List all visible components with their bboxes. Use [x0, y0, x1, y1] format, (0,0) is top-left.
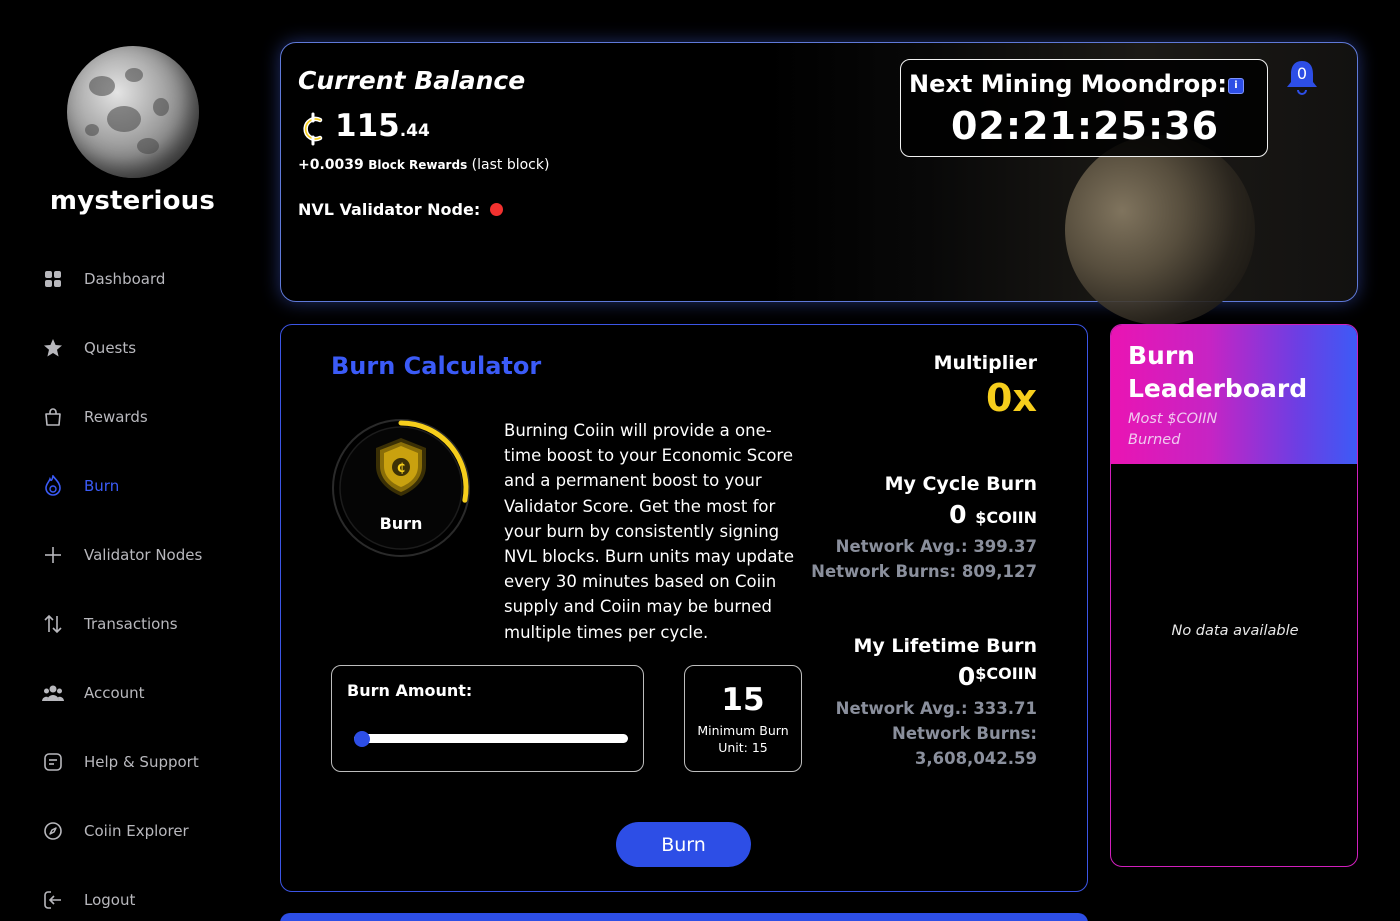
- cycle-burn-value: 0 $COIIN: [949, 500, 1037, 529]
- moondrop-title: Next Mining Moondrop:: [909, 70, 1227, 98]
- block-rewards: +0.0039 Block Rewards (last block): [298, 157, 549, 173]
- cycle-burn-amount: 0: [949, 500, 967, 529]
- lifetime-burn-unit: $COIIN: [975, 664, 1037, 683]
- avatar[interactable]: [67, 46, 199, 178]
- leaderboard-title-line2: Leaderboard: [1128, 374, 1308, 403]
- sidebar-item-transactions[interactable]: Transactions: [40, 604, 250, 644]
- burn-calculator-title: Burn Calculator: [331, 352, 542, 380]
- multiplier-value: 0x: [986, 376, 1037, 420]
- flame-coin-icon: [40, 473, 66, 499]
- coiin-logo-icon: [303, 112, 323, 146]
- minimum-burn-value: 15: [721, 682, 765, 718]
- sidebar-item-validator-nodes[interactable]: Validator Nodes: [40, 535, 250, 575]
- leaderboard-subtitle: Most $COIIN Burned: [1128, 409, 1217, 451]
- cycle-burn-title: My Cycle Burn: [884, 473, 1037, 495]
- sidebar-item-rewards[interactable]: Rewards: [40, 397, 250, 437]
- cycle-burn-unit: $COIIN: [975, 508, 1037, 527]
- validator-node-status: NVL Validator Node:: [298, 200, 504, 219]
- burn-progress-ring: ₵: [332, 419, 470, 557]
- sidebar-item-label: Coiin Explorer: [84, 822, 189, 840]
- sidebar-item-label: Rewards: [84, 408, 148, 426]
- compass-icon: [40, 818, 66, 844]
- sidebar-item-label: Logout: [84, 891, 136, 909]
- logout-icon: [40, 887, 66, 913]
- moon-image: [1065, 135, 1255, 325]
- burn-button[interactable]: Burn: [616, 822, 751, 867]
- cycle-network-burns: Network Burns: 809,127: [811, 562, 1037, 581]
- minimum-burn-unit-box: 15 Minimum Burn Unit: 15: [684, 665, 802, 772]
- sidebar-item-label: Account: [84, 684, 145, 702]
- users-icon: [40, 680, 66, 706]
- block-rewards-value: +0.0039: [298, 157, 364, 173]
- leaderboard-header: Burn Leaderboard Most $COIIN Burned: [1111, 325, 1357, 464]
- notification-bell[interactable]: 0: [1285, 60, 1319, 96]
- burn-amount-slider[interactable]: [354, 731, 628, 747]
- lifetime-burn-amount: 0: [957, 662, 976, 691]
- burn-description: Burning Coiin will provide a one-time bo…: [504, 421, 795, 642]
- balance-amount-decimal: .44: [399, 121, 430, 141]
- sidebar-item-quests[interactable]: Quests: [40, 328, 250, 368]
- lifetime-burn-value: 0$COIIN: [958, 662, 1037, 691]
- block-rewards-label: Block Rewards: [368, 158, 468, 172]
- sidebar-item-label: Transactions: [84, 615, 178, 633]
- sidebar-item-burn[interactable]: Burn: [40, 466, 250, 506]
- sidebar-item-help-support[interactable]: Help & Support: [40, 742, 250, 782]
- slider-thumb[interactable]: [354, 731, 370, 747]
- sidebar-item-label: Dashboard: [84, 270, 166, 288]
- grid-icon: [40, 266, 66, 292]
- plus-icon: [40, 542, 66, 568]
- balance-amount: 115.44: [335, 108, 430, 144]
- lifetime-burn-title: My Lifetime Burn: [853, 635, 1037, 657]
- notification-count: 0: [1296, 64, 1308, 83]
- burn-ring-label: Burn: [379, 514, 423, 533]
- lifetime-network-burns-value: 3,608,042.59: [914, 749, 1037, 768]
- document-icon: [40, 749, 66, 775]
- leaderboard-empty-state: No data available: [1171, 623, 1299, 639]
- balance-amount-whole: 115: [335, 108, 400, 144]
- moondrop-countdown-box: Next Mining Moondrop: i 02:21:25:36: [900, 59, 1268, 157]
- sidebar-item-dashboard[interactable]: Dashboard: [40, 259, 250, 299]
- moondrop-countdown: 02:21:25:36: [950, 104, 1220, 148]
- sidebar-item-label: Validator Nodes: [84, 546, 203, 564]
- sidebar-item-account[interactable]: Account: [40, 673, 250, 713]
- multiplier-label: Multiplier: [933, 352, 1037, 374]
- username: mysterious: [49, 186, 216, 216]
- leaderboard-title-line1: Burn: [1128, 341, 1195, 370]
- lifetime-network-avg: Network Avg.: 333.71: [835, 699, 1037, 718]
- cycle-network-avg: Network Avg.: 399.37: [835, 537, 1037, 556]
- star-icon: [40, 335, 66, 361]
- status-indicator-dot: [490, 203, 504, 216]
- sidebar-item-logout[interactable]: Logout: [40, 880, 250, 920]
- arrows-updown-icon: [40, 611, 66, 637]
- svg-text:₵: ₵: [397, 461, 405, 475]
- burn-leaderboard-card: Burn Leaderboard Most $COIIN Burned No dat…: [1110, 324, 1358, 867]
- next-section-header: [280, 913, 1088, 921]
- block-rewards-note: (last block): [471, 157, 550, 173]
- lifetime-network-burns-label: Network Burns:: [892, 724, 1037, 743]
- leaderboard-title: Burn Leaderboard: [1128, 339, 1307, 405]
- leaderboard-subtitle-line2: Burned: [1128, 432, 1181, 448]
- sidebar: mysterious Dashboard Quests Rewards Burn: [0, 0, 265, 921]
- current-balance-title: Current Balance: [298, 66, 526, 95]
- validator-node-label: NVL Validator Node:: [298, 200, 481, 219]
- info-icon[interactable]: i: [1228, 78, 1244, 94]
- sidebar-item-coiin-explorer[interactable]: Coiin Explorer: [40, 811, 250, 851]
- leaderboard-subtitle-line1: Most $COIIN: [1128, 411, 1218, 427]
- sidebar-item-label: Burn: [84, 477, 120, 495]
- sidebar-item-label: Help & Support: [84, 753, 199, 771]
- minimum-burn-label: Minimum Burn Unit: 15: [697, 723, 789, 755]
- burn-amount-label: Burn Amount:: [347, 681, 473, 700]
- sidebar-item-label: Quests: [84, 339, 137, 357]
- bag-icon: [40, 404, 66, 430]
